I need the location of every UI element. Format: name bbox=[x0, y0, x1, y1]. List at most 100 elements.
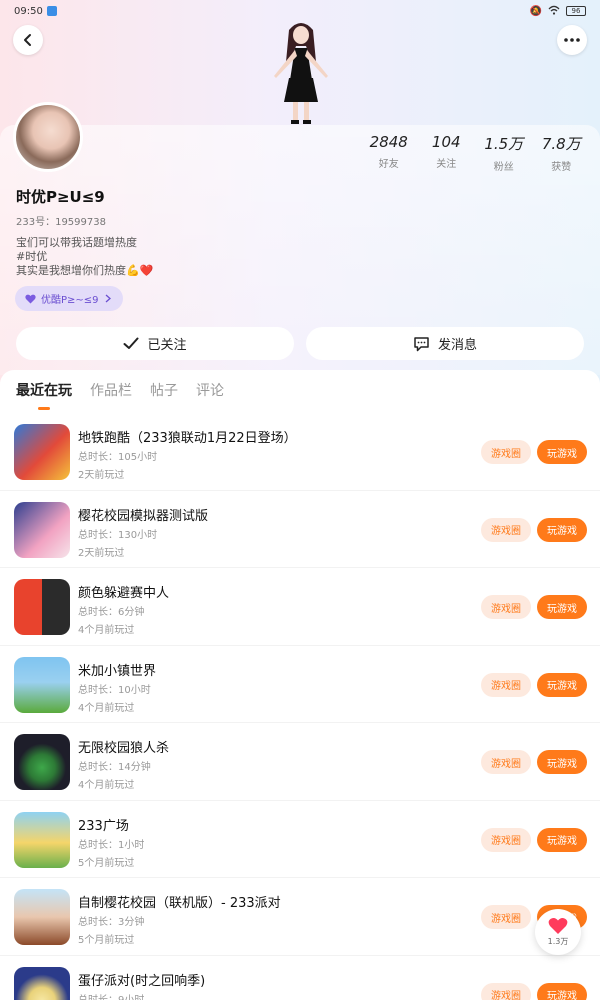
stat-label: 获赞 bbox=[551, 162, 572, 173]
stat-value: 1.5万 bbox=[484, 135, 524, 153]
play-game-button[interactable]: 玩游戏 bbox=[537, 982, 587, 1000]
game-row[interactable]: 米加小镇世界 总时长：10小时 4个月前玩过 游戏圈 玩游戏 bbox=[0, 646, 600, 723]
message-icon bbox=[414, 336, 429, 351]
heart-icon bbox=[548, 918, 568, 934]
game-name: 樱花校园模拟器测试版 bbox=[78, 508, 209, 524]
game-row[interactable]: 颜色躲避赛中人 总时长：6分钟 4个月前玩过 游戏圈 玩游戏 bbox=[0, 568, 600, 646]
game-duration: 总时长：3分钟 bbox=[78, 917, 145, 928]
check-icon bbox=[123, 337, 139, 349]
followed-button[interactable]: 已关注 bbox=[16, 327, 294, 360]
play-game-button[interactable]: 玩游戏 bbox=[537, 827, 587, 852]
game-icon[interactable] bbox=[14, 579, 70, 635]
more-button[interactable] bbox=[557, 25, 587, 55]
play-game-button[interactable]: 玩游戏 bbox=[537, 595, 587, 619]
game-last-played: 5个月前玩过 bbox=[78, 857, 135, 869]
chevron-right-icon bbox=[105, 294, 111, 303]
play-game-button[interactable]: 玩游戏 bbox=[537, 672, 587, 697]
game-circle-button[interactable]: 游戏圈 bbox=[481, 750, 531, 774]
game-row[interactable]: 蛋仔派对(时之回响季) 总时长：9小时 游戏圈 玩游戏 bbox=[0, 956, 600, 1000]
like-count: 1.3万 bbox=[547, 937, 569, 946]
game-last-played: 5个月前玩过 bbox=[78, 935, 135, 946]
stat-label: 好友 bbox=[378, 159, 399, 170]
game-circle-button[interactable]: 游戏圈 bbox=[481, 440, 531, 464]
chevron-left-icon bbox=[24, 34, 31, 46]
stat-value: 7.8万 bbox=[541, 135, 581, 153]
game-icon[interactable] bbox=[14, 501, 70, 558]
game-icon[interactable] bbox=[14, 734, 70, 790]
mute-icon: 🔕 bbox=[529, 5, 542, 17]
stat-value: 2848 bbox=[369, 133, 408, 151]
bio-line: 其实是我想增你们热度💪❤️ bbox=[16, 264, 154, 277]
game-last-played: 4个月前玩过 bbox=[78, 702, 135, 714]
game-icon[interactable] bbox=[14, 966, 70, 1000]
user-bio: 宝们可以带我话题增热度 #时优 其实是我想增你们热度💪❤️ bbox=[16, 236, 153, 278]
game-circle-button[interactable]: 游戏圈 bbox=[481, 672, 531, 697]
play-game-button[interactable]: 玩游戏 bbox=[537, 440, 587, 464]
followed-label: 已关注 bbox=[147, 338, 187, 353]
floating-like-button[interactable]: 1.3万 bbox=[535, 909, 581, 955]
game-name: 自制樱花校园（联机版）- 233派对 bbox=[78, 896, 281, 911]
tab-recently-played[interactable]: 最近在玩 bbox=[16, 380, 72, 410]
game-circle-button[interactable]: 游戏圈 bbox=[481, 517, 531, 542]
stat-fans[interactable]: 1.5万 粉丝 bbox=[475, 133, 533, 173]
battery-icon: 96 bbox=[566, 6, 586, 16]
game-last-played: 2天前玩过 bbox=[78, 470, 125, 481]
game-duration: 总时长：105小时 bbox=[78, 452, 158, 463]
game-icon[interactable] bbox=[14, 656, 70, 713]
play-game-button[interactable]: 玩游戏 bbox=[537, 750, 587, 774]
back-button[interactable] bbox=[13, 25, 43, 55]
game-list: 地铁跑酷（233狼联动1月22日登场） 总时长：105小时 2天前玩过 游戏圈 … bbox=[0, 413, 600, 1000]
play-game-button[interactable]: 玩游戏 bbox=[537, 517, 587, 542]
send-message-button[interactable]: 发消息 bbox=[306, 327, 584, 360]
stat-likes[interactable]: 7.8万 获赞 bbox=[533, 133, 591, 173]
game-icon[interactable] bbox=[14, 889, 70, 945]
game-duration: 总时长：10小时 bbox=[78, 684, 151, 696]
game-circle-button[interactable]: 游戏圈 bbox=[481, 827, 531, 852]
game-duration: 总时长：9小时 bbox=[78, 994, 145, 1000]
game-icon[interactable] bbox=[14, 424, 70, 480]
username: 时优P≥U≤9 bbox=[16, 188, 105, 206]
game-icon[interactable] bbox=[14, 811, 70, 868]
game-name: 米加小镇世界 bbox=[78, 663, 157, 679]
game-name: 蛋仔派对(时之回响季) bbox=[78, 973, 206, 989]
notification-icon bbox=[46, 6, 57, 16]
heart-icon bbox=[25, 294, 36, 303]
game-last-played: 4个月前玩过 bbox=[78, 625, 135, 636]
profile-stats: 2848 好友 104 关注 1.5万 粉丝 7.8万 获赞 bbox=[360, 133, 590, 173]
game-circle-button[interactable]: 游戏圈 bbox=[481, 982, 531, 1000]
stat-label: 关注 bbox=[436, 159, 457, 170]
user-avatar[interactable] bbox=[13, 102, 83, 172]
tab-posts[interactable]: 帖子 bbox=[150, 380, 178, 400]
game-circle-button[interactable]: 游戏圈 bbox=[481, 905, 531, 929]
tab-works[interactable]: 作品栏 bbox=[90, 380, 132, 400]
more-dots-icon bbox=[564, 38, 580, 42]
game-row[interactable]: 自制樱花校园（联机版）- 233派对 总时长：3分钟 5个月前玩过 游戏圈 玩游… bbox=[0, 878, 600, 956]
fan-badge[interactable]: 优酷P≥~≤9 bbox=[15, 286, 123, 311]
badge-label: 优酷P≥~≤9 bbox=[41, 295, 99, 306]
game-last-played: 4个月前玩过 bbox=[78, 780, 135, 791]
game-duration: 总时长：6分钟 bbox=[78, 607, 145, 618]
stat-following[interactable]: 104 关注 bbox=[418, 133, 476, 173]
stat-label: 粉丝 bbox=[493, 162, 514, 173]
bio-line: #时优 bbox=[16, 250, 48, 263]
bio-line: 宝们可以带我话题增热度 bbox=[16, 236, 137, 249]
wifi-icon bbox=[548, 5, 560, 18]
profile-tabs: 最近在玩 作品栏 帖子 评论 bbox=[0, 370, 600, 410]
game-name: 233广场 bbox=[78, 818, 129, 834]
game-duration: 总时长：130小时 bbox=[78, 529, 158, 541]
game-row[interactable]: 樱花校园模拟器测试版 总时长：130小时 2天前玩过 游戏圈 玩游戏 bbox=[0, 491, 600, 568]
game-row[interactable]: 233广场 总时长：1小时 5个月前玩过 游戏圈 玩游戏 bbox=[0, 801, 600, 878]
game-row[interactable]: 地铁跑酷（233狼联动1月22日登场） 总时长：105小时 2天前玩过 游戏圈 … bbox=[0, 413, 600, 491]
3d-avatar-figure[interactable] bbox=[262, 18, 340, 126]
stat-value: 104 bbox=[431, 133, 461, 151]
game-name: 无限校园狼人杀 bbox=[78, 741, 170, 756]
game-last-played: 2天前玩过 bbox=[78, 547, 125, 559]
stat-friends[interactable]: 2848 好友 bbox=[360, 133, 418, 173]
send-message-label: 发消息 bbox=[437, 338, 477, 353]
game-row[interactable]: 无限校园狼人杀 总时长：14分钟 4个月前玩过 游戏圈 玩游戏 bbox=[0, 723, 600, 801]
game-circle-button[interactable]: 游戏圈 bbox=[481, 595, 531, 619]
user-id: 233号：19599738 bbox=[16, 217, 106, 228]
game-duration: 总时长：1小时 bbox=[78, 839, 145, 851]
tab-comments[interactable]: 评论 bbox=[196, 380, 224, 400]
battery-level: 96 bbox=[571, 7, 581, 15]
